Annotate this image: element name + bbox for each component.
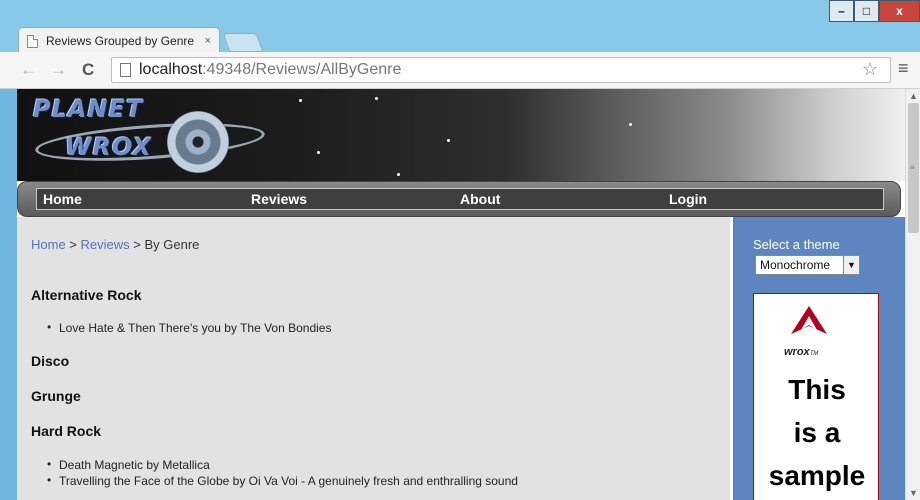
scroll-up-icon[interactable]: ▲ [909, 91, 918, 101]
address-bar[interactable]: localhost :49348/Reviews/AllByGenre [111, 57, 891, 83]
genre-heading: Alternative Rock [31, 287, 142, 303]
vertical-scrollbar[interactable]: ▲ ≡ ▼ [905, 89, 920, 500]
breadcrumb-home-link[interactable]: Home [31, 237, 66, 252]
menu-item-home[interactable]: Home [43, 191, 82, 207]
theme-select[interactable]: Monochrome ▼ [755, 255, 860, 275]
url-host: localhost [139, 61, 203, 78]
bookmark-star-icon[interactable]: ☆ [862, 59, 878, 80]
site-logo[interactable]: PLANET WROX [29, 95, 266, 175]
logo-line-2: WROX [65, 133, 153, 161]
menu-bar: Home Reviews About Login [36, 188, 884, 210]
breadcrumb: Home > Reviews > By Genre [31, 237, 199, 252]
genre-heading: Disco [31, 353, 70, 369]
banner-star [447, 139, 450, 142]
review-item: Death Magnetic by Metallica [47, 457, 210, 472]
menu-item-about[interactable]: About [460, 191, 500, 207]
breadcrumb-current: By Genre [144, 237, 200, 252]
banner-star [397, 173, 400, 176]
banner-star [299, 99, 302, 102]
theme-select-value: Monochrome [760, 258, 831, 272]
site-menu: Home Reviews About Login [17, 181, 901, 217]
page-icon [27, 34, 38, 48]
sample-banner-ad[interactable]: wroxTM This is a sample [753, 293, 879, 500]
back-icon[interactable]: ← [20, 60, 37, 80]
logo-disc-icon [167, 111, 229, 173]
site-banner: PLANET WROX [17, 89, 905, 181]
document-icon [120, 63, 131, 77]
menu-item-reviews[interactable]: Reviews [251, 191, 307, 207]
sidebar: Select a theme Monochrome ▼ wroxTM This … [733, 217, 905, 500]
banner-star [629, 123, 632, 126]
browser-menu-icon[interactable]: ≡ [898, 58, 909, 79]
banner-star [375, 97, 378, 100]
tab-title: Reviews Grouped by Genre [46, 34, 195, 48]
theme-label: Select a theme [753, 237, 840, 252]
ad-line-2: is a [793, 417, 841, 448]
page-viewport: PLANET WROX Home Reviews About Login Hom… [17, 89, 905, 500]
breadcrumb-separator: > [65, 237, 81, 252]
chevron-down-icon: ▼ [843, 256, 859, 274]
breadcrumb-reviews-link[interactable]: Reviews [81, 237, 130, 252]
scroll-down-icon[interactable]: ▼ [909, 488, 918, 498]
breadcrumb-separator: > [129, 237, 145, 252]
close-window-button[interactable]: x [879, 0, 920, 22]
url-path: :49348/Reviews/AllByGenre [202, 61, 402, 78]
minimize-button[interactable]: – [829, 0, 854, 22]
ad-line-1: This [788, 374, 846, 405]
review-item: Travelling the Face of the Globe by Oi V… [47, 473, 518, 488]
forward-icon[interactable]: → [50, 60, 67, 80]
banner-star [317, 151, 320, 154]
logo-line-1: PLANET [33, 95, 144, 123]
main-content: Home > Reviews > By Genre Alternative Ro… [17, 217, 730, 500]
genre-heading: Grunge [31, 388, 81, 404]
reload-icon[interactable]: C [82, 60, 94, 80]
scroll-grip-icon: ≡ [910, 163, 915, 172]
browser-toolbar: ← → C localhost :49348/Reviews/AllByGenr… [0, 52, 920, 89]
menu-item-login[interactable]: Login [669, 191, 707, 207]
ad-line-3: sample [768, 460, 866, 491]
wrox-logo-icon [791, 306, 827, 334]
tab-close-icon[interactable]: × [205, 35, 211, 47]
genre-heading: Hard Rock [31, 423, 102, 439]
wrox-brand: wroxTM [784, 346, 819, 358]
browser-tab[interactable]: Reviews Grouped by Genre × [18, 27, 220, 54]
maximize-button[interactable]: □ [854, 0, 879, 22]
new-tab-button[interactable] [222, 33, 264, 52]
title-bar: Reviews Grouped by Genre × – □ x [0, 0, 920, 54]
review-item: Love Hate & Then There's you by The Von … [47, 320, 332, 335]
